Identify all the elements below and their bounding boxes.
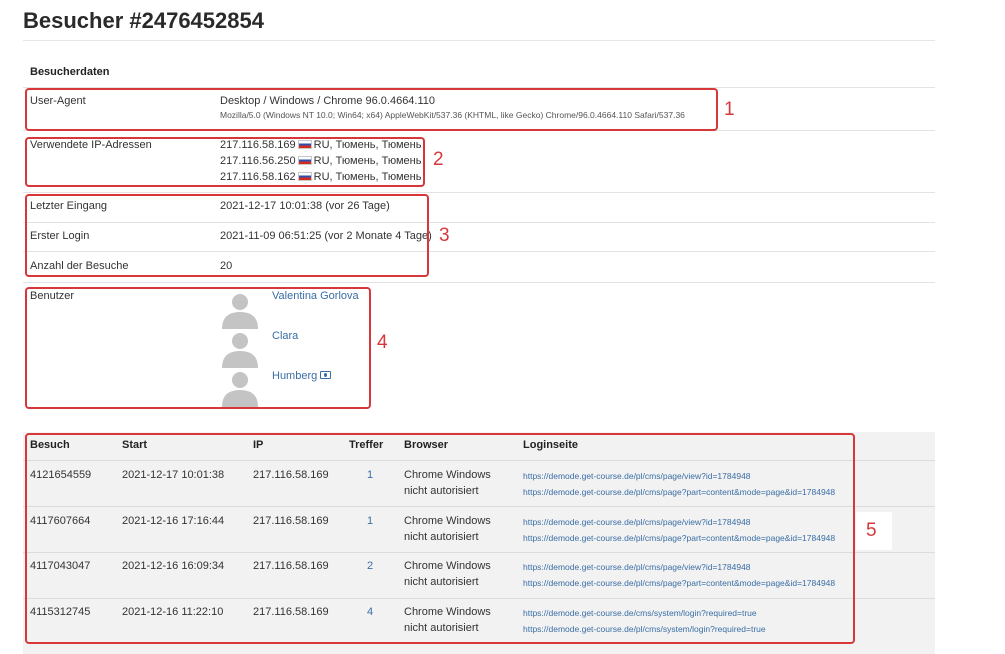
annotation-number: 2	[433, 149, 444, 170]
row-divider	[23, 282, 935, 283]
annotation-number: 4	[377, 332, 388, 353]
annotation-number: 3	[439, 225, 450, 246]
highlight-box-visits-table	[25, 433, 855, 644]
highlight-box-ip-addresses	[25, 137, 425, 187]
row-divider	[23, 192, 935, 193]
annotation-number: 5	[866, 520, 877, 541]
page-title: Besucher #2476452854	[23, 8, 264, 33]
highlight-box-users	[25, 287, 371, 409]
title-divider	[23, 40, 935, 41]
highlight-box-visit-stats	[25, 194, 429, 277]
highlight-box-user-agent	[25, 88, 718, 131]
section-title: Besucherdaten	[30, 66, 110, 78]
annotation-number: 1	[724, 99, 735, 120]
